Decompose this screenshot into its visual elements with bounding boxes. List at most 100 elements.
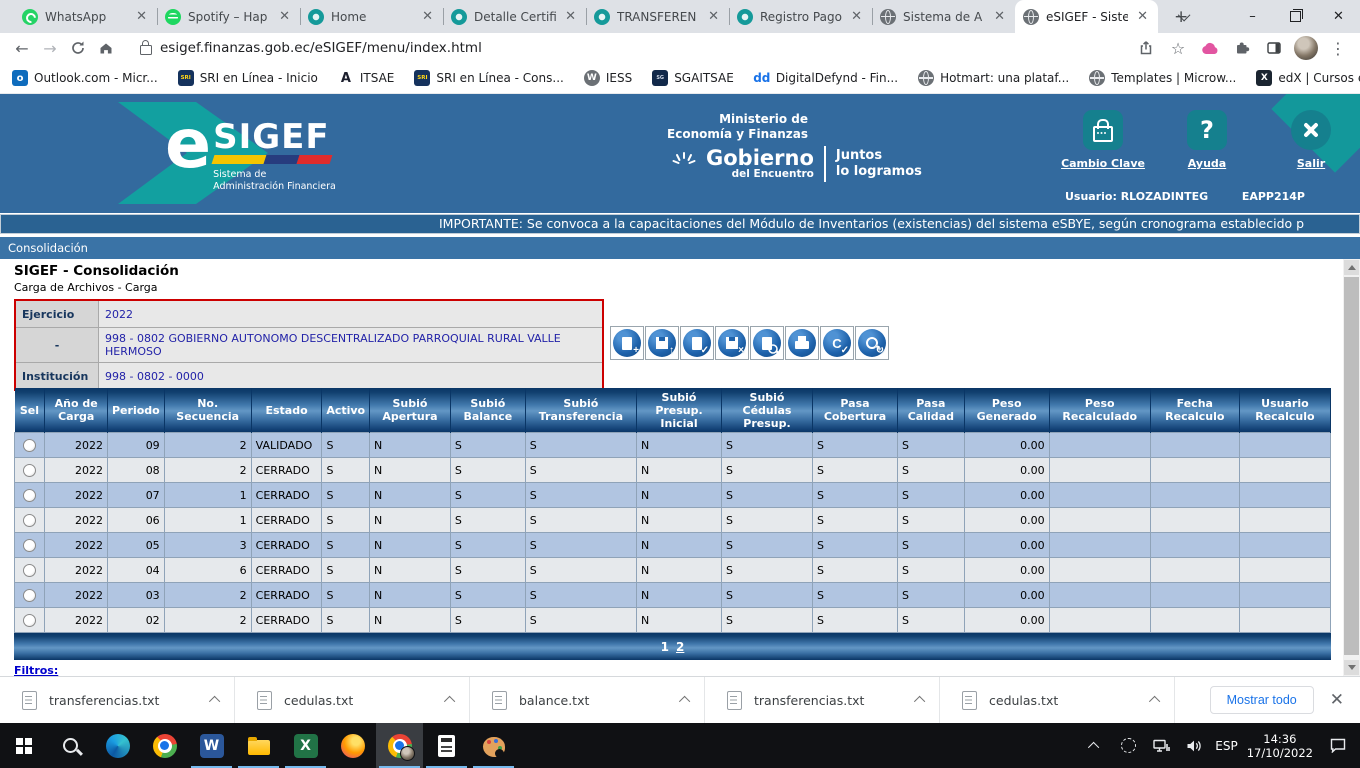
save-upload-button[interactable]: ↑ xyxy=(645,326,679,360)
weather-extension-icon[interactable] xyxy=(1196,34,1224,62)
browser-tab[interactable]: eSIGEF - Siste✕ xyxy=(1015,0,1158,33)
profile-avatar[interactable] xyxy=(1292,34,1320,62)
excel-button[interactable]: X xyxy=(282,723,329,768)
volume-icon[interactable] xyxy=(1182,731,1206,761)
preview-document-button[interactable] xyxy=(750,326,784,360)
browser-tab[interactable]: Sistema de A✕ xyxy=(872,0,1015,33)
start-icon xyxy=(16,738,32,754)
close-downloads-icon[interactable]: ✕ xyxy=(1330,690,1344,710)
bookmark-item[interactable]: SGSGAITSAE xyxy=(652,70,734,86)
bookmark-item[interactable]: Templates | Microw... xyxy=(1089,70,1236,86)
new-document-button[interactable]: + xyxy=(610,326,644,360)
row-select-radio[interactable] xyxy=(23,489,36,502)
browser-tab[interactable]: Detalle Certifi✕ xyxy=(443,0,586,33)
share-icon[interactable] xyxy=(1132,34,1160,62)
firefox-button[interactable] xyxy=(329,723,376,768)
download-options-chevron-icon[interactable] xyxy=(914,696,925,707)
menu-item-consolidacion[interactable]: Consolidación xyxy=(8,241,88,255)
download-item[interactable]: balance.txt xyxy=(470,677,705,723)
bookmark-label: Templates | Microw... xyxy=(1111,71,1236,85)
edge-button[interactable] xyxy=(94,723,141,768)
page-link[interactable]: 2 xyxy=(676,640,684,654)
reload-icon[interactable] xyxy=(64,34,92,62)
download-options-chevron-icon[interactable] xyxy=(444,696,455,707)
bookmark-item[interactable]: ddDigitalDefynd - Fin... xyxy=(754,70,898,86)
forward-icon[interactable]: → xyxy=(36,34,64,62)
word-button[interactable]: W xyxy=(188,723,235,768)
restore-button[interactable] xyxy=(1274,0,1317,33)
address-bar[interactable]: esigef.finanzas.gob.ec/eSIGEF/menu/index… xyxy=(120,40,1132,56)
download-item[interactable]: cedulas.txt xyxy=(940,677,1175,723)
url-text[interactable]: esigef.finanzas.gob.ec/eSIGEF/menu/index… xyxy=(160,40,482,56)
browser-tab[interactable]: Home✕ xyxy=(300,0,443,33)
row-select-radio[interactable] xyxy=(23,514,36,527)
download-options-chevron-icon[interactable] xyxy=(1149,696,1160,707)
browser-tab[interactable]: Spotify – Hap✕ xyxy=(157,0,300,33)
bookmark-item[interactable]: SRISRI en Línea - Inicio xyxy=(178,70,318,86)
download-item[interactable]: cedulas.txt xyxy=(235,677,470,723)
calculator-button[interactable] xyxy=(423,723,470,768)
chrome-profile-button[interactable] xyxy=(376,723,423,768)
start-button[interactable] xyxy=(0,723,47,768)
side-panel-icon[interactable] xyxy=(1260,34,1288,62)
tab-close-icon[interactable]: ✕ xyxy=(992,9,1007,24)
minimize-button[interactable]: – xyxy=(1231,0,1274,33)
tab-close-icon[interactable]: ✕ xyxy=(1135,9,1150,24)
paint-button[interactable] xyxy=(470,723,517,768)
clock[interactable]: 14:36 17/10/2022 xyxy=(1247,732,1313,760)
bookmark-item[interactable]: SRISRI en Línea - Cons... xyxy=(414,70,563,86)
tab-search-chevron-icon[interactable] xyxy=(1181,0,1190,33)
tab-close-icon[interactable]: ✕ xyxy=(849,9,864,24)
content-scrollbar[interactable] xyxy=(1343,259,1360,676)
row-select-radio[interactable] xyxy=(23,539,36,552)
bookmark-item[interactable]: oOutlook.com - Micr... xyxy=(12,70,158,86)
scrollbar-down-arrow[interactable] xyxy=(1344,660,1359,675)
scrollbar-thumb[interactable] xyxy=(1344,277,1359,655)
delete-save-button[interactable]: × xyxy=(715,326,749,360)
salir-link[interactable]: Salir xyxy=(1273,110,1349,170)
chrome-button[interactable] xyxy=(141,723,188,768)
show-all-downloads-button[interactable]: Mostrar todo xyxy=(1210,686,1314,714)
row-select-radio[interactable] xyxy=(23,464,36,477)
network-icon[interactable] xyxy=(1149,731,1173,761)
row-select-radio[interactable] xyxy=(23,589,36,602)
language-indicator[interactable]: ESP xyxy=(1215,739,1237,753)
tab-close-icon[interactable]: ✕ xyxy=(134,9,149,24)
browser-tab[interactable]: WhatsApp✕ xyxy=(14,0,157,33)
hidden-icons-chevron[interactable] xyxy=(1083,731,1107,761)
bookmark-item[interactable]: AITSAE xyxy=(338,70,395,86)
tab-close-icon[interactable]: ✕ xyxy=(277,9,292,24)
bookmark-item[interactable]: WIESS xyxy=(584,70,632,86)
scrollbar-up-arrow[interactable] xyxy=(1344,260,1359,275)
explorer-button[interactable] xyxy=(235,723,282,768)
browser-tab[interactable]: Registro Pago✕ xyxy=(729,0,872,33)
bookmark-star-icon[interactable]: ☆ xyxy=(1164,34,1192,62)
sync-icon[interactable] xyxy=(1116,731,1140,761)
browser-menu-icon[interactable]: ⋮ xyxy=(1324,34,1352,62)
row-select-radio[interactable] xyxy=(23,439,36,452)
back-icon[interactable]: ← xyxy=(8,34,36,62)
consolidate-check-button[interactable]: C✓ xyxy=(820,326,854,360)
search-button[interactable] xyxy=(47,723,94,768)
recalculate-search-button[interactable]: ↻ xyxy=(855,326,889,360)
tab-close-icon[interactable]: ✕ xyxy=(563,9,578,24)
home-icon[interactable] xyxy=(92,34,120,62)
download-item[interactable]: transferencias.txt xyxy=(0,677,235,723)
cambio-clave-link[interactable]: Cambio Clave xyxy=(1065,110,1141,170)
download-options-chevron-icon[interactable] xyxy=(679,696,690,707)
download-item[interactable]: transferencias.txt xyxy=(705,677,940,723)
download-options-chevron-icon[interactable] xyxy=(209,696,220,707)
tab-close-icon[interactable]: ✕ xyxy=(706,9,721,24)
bookmark-item[interactable]: Hotmart: una plataf... xyxy=(918,70,1069,86)
extensions-puzzle-icon[interactable] xyxy=(1228,34,1256,62)
ayuda-link[interactable]: ? Ayuda xyxy=(1169,110,1245,170)
action-center-icon[interactable] xyxy=(1326,731,1350,761)
browser-tab[interactable]: TRANSFEREN✕ xyxy=(586,0,729,33)
validate-document-button[interactable]: ✓ xyxy=(680,326,714,360)
close-window-button[interactable]: ✕ xyxy=(1317,0,1360,33)
row-select-radio[interactable] xyxy=(23,564,36,577)
tab-close-icon[interactable]: ✕ xyxy=(420,9,435,24)
bookmark-item[interactable]: XedX | Cursos en líne... xyxy=(1256,70,1360,86)
row-select-radio[interactable] xyxy=(23,614,36,627)
print-button[interactable] xyxy=(785,326,819,360)
